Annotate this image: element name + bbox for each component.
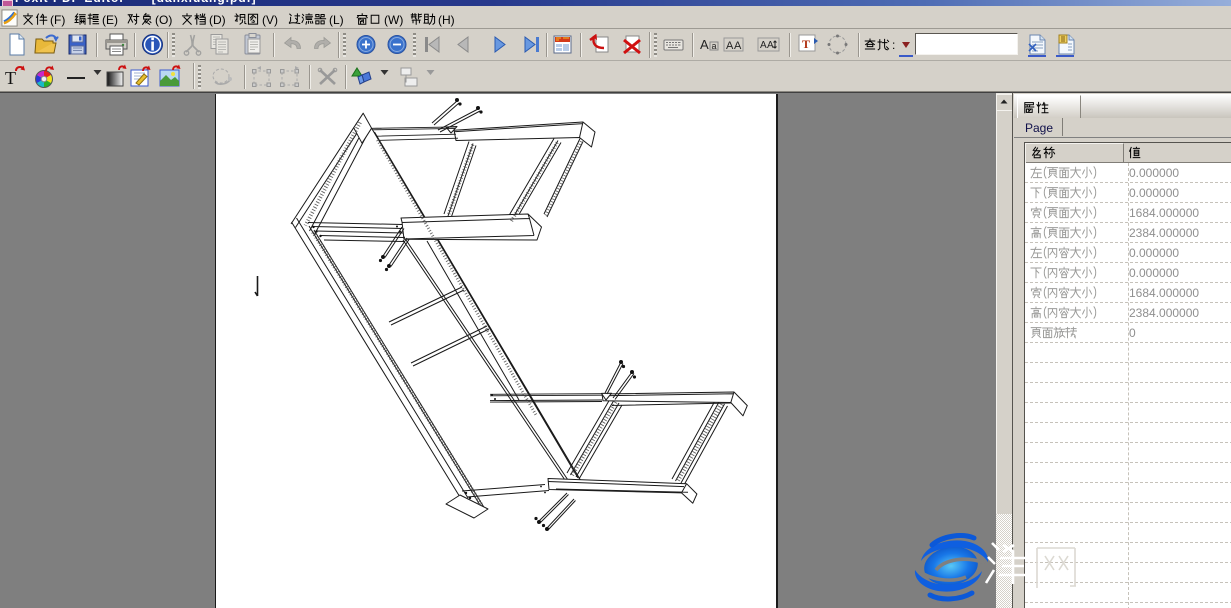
svg-text:A: A bbox=[700, 37, 709, 52]
svg-text:A: A bbox=[734, 40, 742, 52]
svg-text:A: A bbox=[760, 40, 767, 51]
svg-text:A: A bbox=[726, 40, 734, 52]
svg-text:a: a bbox=[712, 41, 717, 51]
svg-text:A: A bbox=[767, 40, 774, 51]
svg-text:T: T bbox=[5, 68, 16, 88]
svg-text:T: T bbox=[802, 37, 810, 51]
